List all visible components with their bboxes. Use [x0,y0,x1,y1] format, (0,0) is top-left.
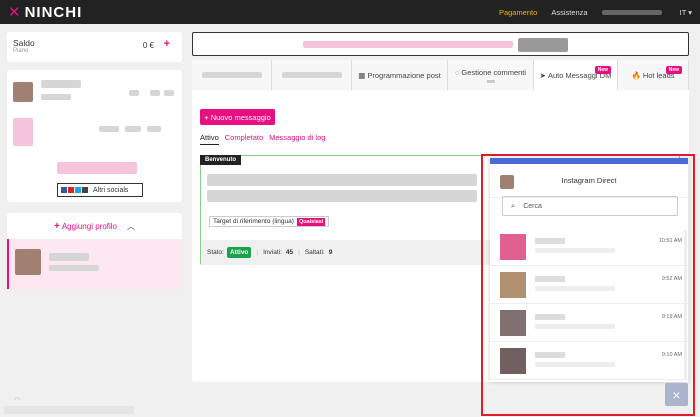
profile-url [303,41,513,48]
user-menu[interactable] [601,9,662,15]
tiktok-icon [82,187,88,193]
skipped-value: 9 [328,249,333,256]
balance-card: Saldo Piano 0 € + [7,32,182,62]
target-value-badge: Qualsiasi [296,217,326,226]
profile-stat [147,126,161,132]
profile-url-thumb [518,38,568,52]
profile-stat [99,126,119,132]
tab-auto-messaggi-dm[interactable]: ➤ Auto Messaggi DM New [534,60,618,90]
twitter-icon [75,187,81,193]
target-label: Target di riferimento (lingua) [213,218,294,225]
skipped-label: Saltati: [304,249,325,256]
wifi-icon: ◠ [14,397,21,404]
tab-label: Programmazione post [367,70,441,80]
other-socials-label: Altri socials [93,186,129,194]
profile-url-bar[interactable] [192,32,689,56]
subtabs: Attivo Completato Messaggio di log [200,133,331,145]
tab-gestione-commenti[interactable]: ◌ Gestione commenti [448,60,534,90]
profile-stat [164,90,174,96]
tab-sublabel [486,79,495,83]
message-text [207,190,477,202]
add-credit-button[interactable]: + [164,38,170,50]
send-icon: ➤ [539,70,546,80]
balance-label: Saldo [13,38,35,48]
tabs-bar: ▦ Programmazione post ◌ Gestione comment… [192,60,689,90]
profile-stat [125,126,141,132]
profile-stat [129,90,139,96]
tab-1[interactable] [192,60,272,90]
new-badge: New [594,66,611,74]
close-dm-button[interactable]: × [665,383,688,406]
profile-thumb [13,118,33,146]
status-badge: Attivo [226,247,252,258]
logo[interactable]: ✕ NINCHI [8,3,82,21]
message-title: Benvenuto [200,155,242,165]
status-label: Stato: [207,249,224,256]
subtab-completato[interactable]: Completato [225,133,263,145]
profile-name [49,253,89,261]
chevron-up-icon[interactable]: ︿ [127,221,135,232]
balance-amount: 0 € [142,41,154,50]
message-text [207,174,477,186]
subtab-messaggio-log[interactable]: Messaggio di log [269,133,325,145]
plan-label: Piano [13,48,29,54]
new-message-button[interactable]: + Nuovo messaggio [200,109,275,125]
subtab-attivo[interactable]: Attivo [200,133,219,145]
profile-avatar [13,82,33,102]
highlight-outline [481,154,695,416]
new-badge: New [665,66,682,74]
other-socials-button[interactable]: Altri socials [57,183,143,197]
target-language: Target di riferimento (lingua) Qualsiasi [209,216,330,227]
add-profile-button[interactable]: + Aggiungi profilo ︿ [7,213,182,239]
youtube-icon [68,187,74,193]
profile-action-button[interactable] [57,162,137,174]
language-selector[interactable]: IT ▾ [680,8,692,17]
tab-programmazione-post[interactable]: ▦ Programmazione post [352,60,448,90]
divider: | [298,249,300,256]
tab-2[interactable] [272,60,352,90]
facebook-icon [61,187,67,193]
status-url [4,406,134,414]
profile-card: Altri socials [7,70,182,202]
tab-label [282,72,342,78]
tab-label: Gestione commenti [461,67,527,77]
sent-label: Inviati: [263,249,282,256]
nav-pagamento[interactable]: Pagamento [499,8,537,17]
logo-icon: ✕ [8,3,21,21]
tab-hot-leads[interactable]: 🔥 Hot leads New [618,60,689,90]
logo-text: NINCHI [24,3,83,21]
fire-icon: 🔥 [631,70,641,80]
comment-icon: ◌ [454,67,460,77]
profile-handle [49,265,99,271]
grid-icon: ▦ [358,70,366,80]
profile-handle [41,94,71,100]
add-profile-label: Aggiungi profilo [61,221,117,231]
add-profile-card: + Aggiungi profilo ︿ [7,213,182,289]
divider: | [256,249,259,256]
top-navbar: ✕ NINCHI Pagamento Assistenza IT ▾ [0,0,700,24]
tab-label [202,72,262,78]
selected-profile[interactable] [7,239,182,289]
profile-stat [150,90,160,96]
profile-avatar [15,249,41,275]
nav-assistenza[interactable]: Assistenza [551,8,587,17]
plus-icon: + [54,220,60,232]
profile-name [41,80,81,88]
sent-value: 45 [285,249,294,256]
